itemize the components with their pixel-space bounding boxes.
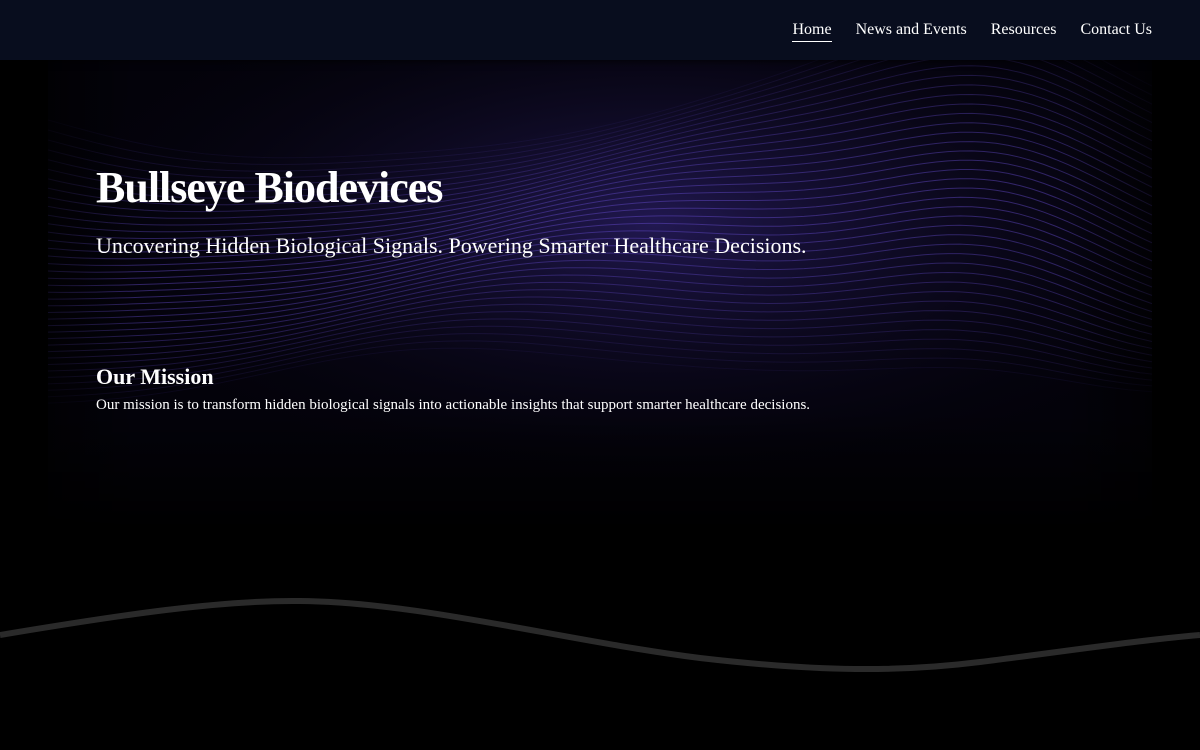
hero-subtitle: Uncovering Hidden Biological Signals. Po… [96, 233, 807, 258]
decorative-wave-divider [0, 597, 1200, 673]
hero-wave-background [48, 60, 1152, 530]
nav-item-news-and-events[interactable]: News and Events [856, 19, 967, 42]
mission-text: Our mission is to transform hidden biolo… [96, 397, 811, 413]
hero-title: Bullseye Biodevices [96, 163, 443, 212]
site-header: Home News and Events Resources Contact U… [0, 0, 1200, 60]
nav-item-contact-us[interactable]: Contact Us [1080, 19, 1152, 42]
nav-item-resources[interactable]: Resources [991, 19, 1057, 42]
main-nav: Home News and Events Resources Contact U… [792, 19, 1152, 42]
nav-item-home[interactable]: Home [792, 19, 832, 42]
hero-section: Bullseye Biodevices Uncovering Hidden Bi… [48, 60, 1152, 530]
mission-heading: Our Mission [96, 364, 214, 389]
